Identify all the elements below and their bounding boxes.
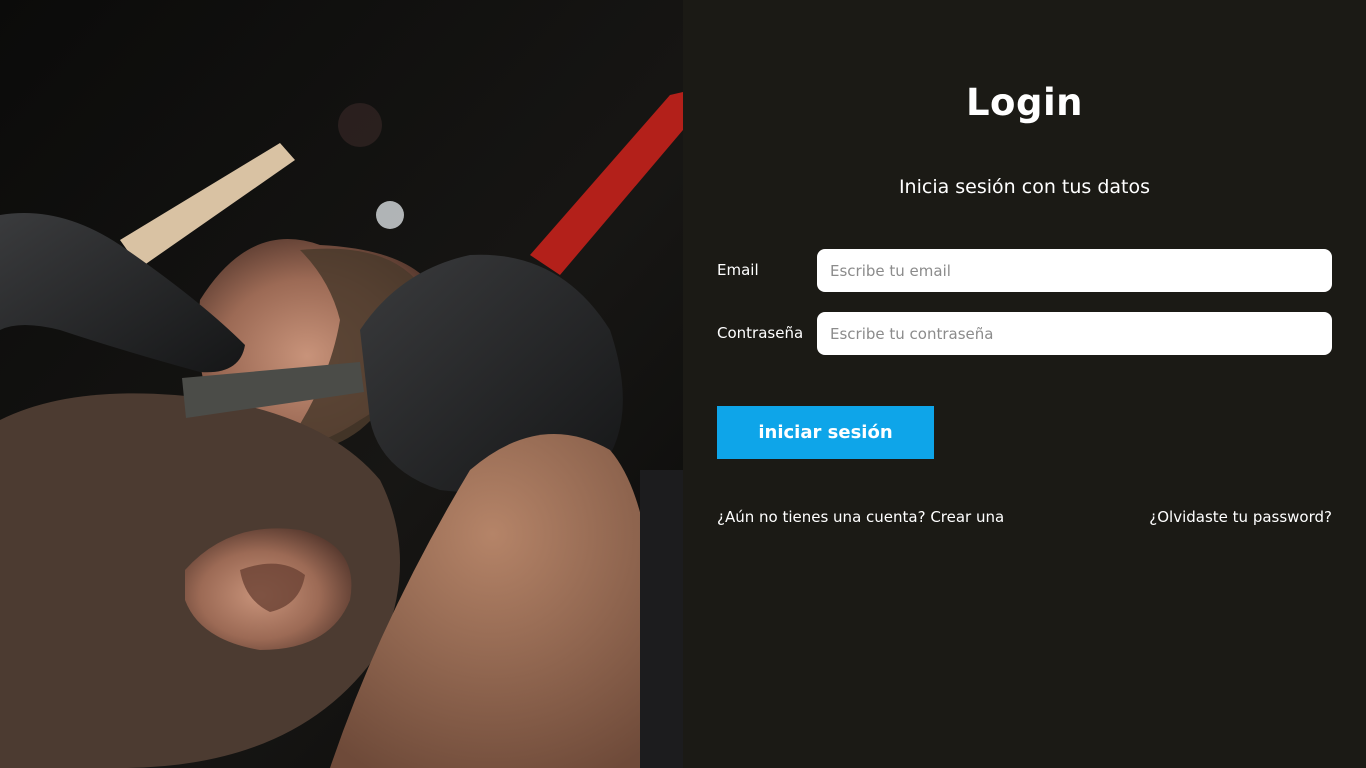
password-label: Contraseña [717,324,804,342]
hero-photo [0,0,683,768]
email-label: Email [717,261,759,279]
login-page: Login Inicia sesión con tus datos Email … [0,0,1366,768]
login-subtitle: Inicia sesión con tus datos [898,176,1151,198]
email-input[interactable] [817,249,1332,292]
barber-shave-image [0,0,683,768]
password-input[interactable] [817,312,1332,355]
login-panel: Login Inicia sesión con tus datos Email … [683,0,1366,768]
login-title: Login [965,81,1083,124]
email-row: Email [717,249,1332,292]
login-submit-button[interactable]: iniciar sesión [717,406,934,459]
auth-links: ¿Aún no tienes una cuenta? Crear una ¿Ol… [717,505,1332,529]
forgot-password-link[interactable]: ¿Olvidaste tu password? [1149,508,1332,526]
password-row: Contraseña [717,312,1332,355]
create-account-link[interactable]: ¿Aún no tienes una cuenta? Crear una [717,508,1004,526]
